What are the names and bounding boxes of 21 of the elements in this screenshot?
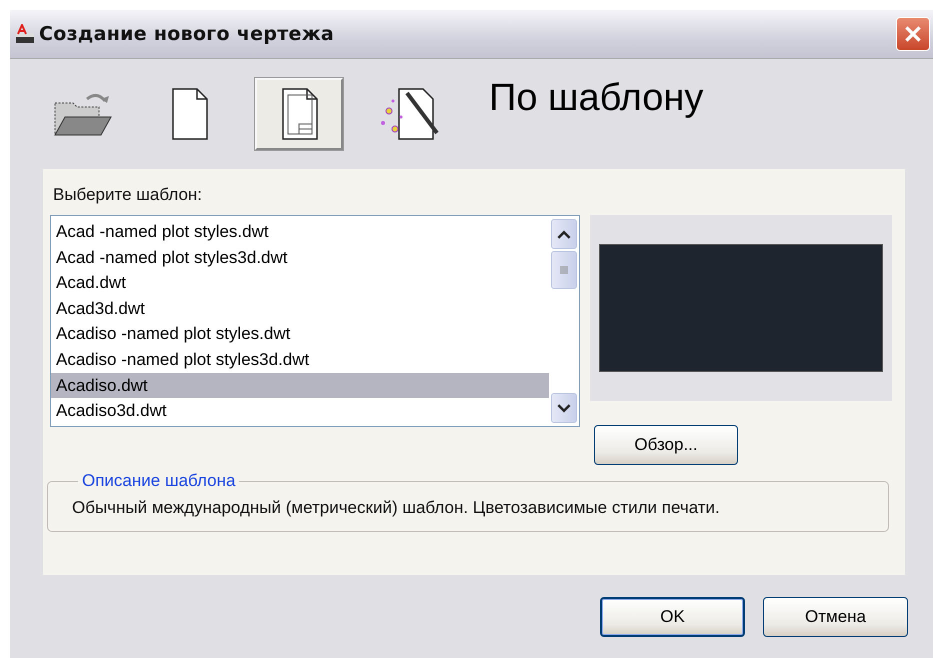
close-button[interactable] [896,17,930,51]
template-item[interactable]: Acadiso3d.dwt [51,398,549,424]
scrollbar[interactable] [549,216,579,426]
app-logo-icon [15,24,35,44]
group-legend: Описание шаблона [78,471,240,491]
description-text: Обычный международный (метрический) шаблон. Цветозависимые стили печати. [72,497,721,519]
grip-icon [559,265,569,275]
ok-button[interactable]: OK [600,597,745,637]
template-item[interactable]: Acad.dwt [51,270,549,296]
template-item[interactable]: Acad -named plot styles.dwt [51,219,549,245]
template-label: Выберите шаблон: [53,185,204,205]
mode-button[interactable] [255,78,343,150]
template-item[interactable]: Acadiso -named plot styles.dwt [51,321,549,347]
template-item[interactable]: Acadiso.dwt [51,372,549,398]
template-item[interactable]: Acadiso -named plot styles3d.dwt [51,346,549,373]
template-item[interactable]: Acad3d.dwt [51,296,549,322]
cancel-button[interactable]: Отмена [763,597,908,637]
window-title: Создание нового чертежа [39,23,336,45]
browse-button[interactable]: Обзор... [594,425,738,465]
template-item[interactable]: Acad -named plot styles3d.dwt [51,244,549,270]
mode-heading: По шаблону [489,77,704,120]
